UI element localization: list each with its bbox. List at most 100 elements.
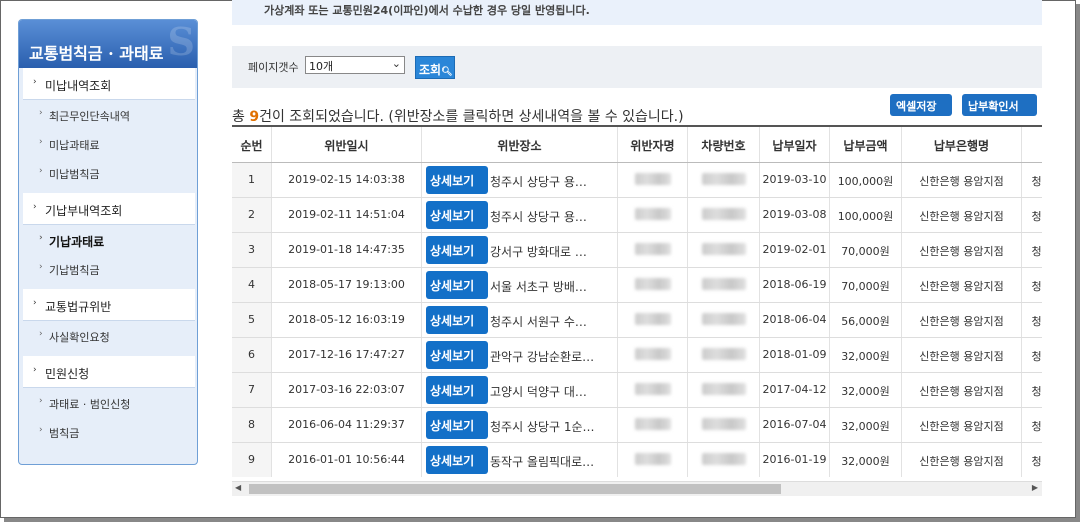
cell-no: 8	[232, 408, 272, 442]
column-header: 순번	[232, 127, 272, 162]
sidebar-item-label: 민원신청	[45, 367, 90, 381]
detail-view-button[interactable]: 상세보기	[426, 306, 488, 334]
cell-plate	[688, 268, 760, 302]
window-shadow	[1076, 4, 1080, 522]
detail-view-button[interactable]: 상세보기	[426, 341, 488, 369]
cell-bank: 신한은행 용암지점	[902, 163, 1022, 197]
scroll-left-icon[interactable]: ◀	[235, 483, 241, 492]
redacted-name	[634, 208, 671, 220]
redacted-name	[634, 383, 671, 395]
search-icon: 🔍︎	[441, 67, 453, 77]
chevron-down-icon: ⌄	[391, 57, 401, 70]
cell-amount: 56,000원	[830, 303, 902, 337]
cell-amount: 32,000원	[830, 338, 902, 372]
cell-violator-name	[618, 163, 688, 197]
payment-table: 순번 위반일시 위반장소 위반자명 차량번호 납부일자 납부금액 납부은행명 1 2019-02…	[232, 125, 1042, 477]
cell-no: 5	[232, 303, 272, 337]
table-row: 3 2019-01-18 14:47:35 상세보기 강서구 방화대로 … 2019-0…	[232, 233, 1042, 268]
column-header: 납부금액	[830, 127, 902, 162]
cell-violator-name	[618, 268, 688, 302]
chevron-right-icon: ›	[33, 77, 37, 87]
chevron-right-icon: ›	[39, 108, 43, 118]
table-header: 순번 위반일시 위반장소 위반자명 차량번호 납부일자 납부금액 납부은행명	[232, 127, 1042, 163]
sidebar-item-top[interactable]: › 미납내역조회	[23, 68, 195, 100]
sidebar-item-sub[interactable]: › 미납과태료	[23, 129, 195, 158]
result-summary: 총 9건이 조회되었습니다. (위반장소를 클릭하면 상세내역을 볼 수 있습니…	[232, 106, 684, 126]
cell-plate	[688, 408, 760, 442]
cell-extra: 청	[1022, 198, 1042, 232]
excel-save-label: 엑셀저장	[896, 100, 937, 113]
cell-extra: 청	[1022, 408, 1042, 442]
redacted-name	[634, 313, 671, 325]
horizontal-scrollbar[interactable]: ◀ ▶	[232, 481, 1042, 496]
sidebar-item-sub[interactable]: › 과태료 · 범인신청	[23, 388, 195, 417]
sidebar-item-sub[interactable]: › 미납범칙금	[23, 158, 195, 187]
payment-receipt-button[interactable]: 납부확인서	[962, 94, 1037, 116]
table-row: 1 2019-02-15 14:03:38 상세보기 청주시 상당구 용… 2019-0…	[232, 163, 1042, 198]
cell-bank: 신한은행 용암지점	[902, 373, 1022, 407]
column-header: 차량번호	[688, 127, 760, 162]
cell-amount: 100,000원	[830, 198, 902, 232]
sidebar-item-label: 사실확인요청	[49, 331, 110, 344]
place-link[interactable]: 청주시 서원구 수…	[490, 306, 587, 330]
cell-paid-date: 2019-03-08	[760, 198, 830, 232]
chevron-right-icon: ›	[39, 166, 43, 176]
cell-no: 7	[232, 373, 272, 407]
detail-view-button[interactable]: 상세보기	[426, 411, 488, 439]
page-count-select[interactable]: 10개 ⌄	[305, 56, 405, 74]
excel-save-button[interactable]: 엑셀저장	[890, 94, 952, 116]
place-link[interactable]: 동작구 올림픽대로…	[490, 446, 594, 470]
table-row: 4 2018-05-17 19:13:00 상세보기 서울 서초구 방배… 2018-0…	[232, 268, 1042, 303]
place-link[interactable]: 청주시 상당구 용…	[490, 201, 587, 225]
chevron-right-icon: ›	[39, 329, 43, 339]
cell-plate	[688, 443, 760, 477]
cell-plate	[688, 163, 760, 197]
cell-bank: 신한은행 용암지점	[902, 338, 1022, 372]
sidebar-item-top[interactable]: › 기납부내역조회	[23, 193, 195, 225]
sidebar-item-label: 기납범칙금	[49, 264, 100, 277]
detail-view-button[interactable]: 상세보기	[426, 446, 488, 474]
place-link[interactable]: 청주시 상당구 용…	[490, 166, 587, 190]
sidebar-item-top[interactable]: › 민원신청	[23, 356, 195, 388]
place-link[interactable]: 고양시 덕양구 대…	[490, 376, 587, 400]
cell-place: 상세보기 관악구 강남순환로…	[422, 338, 618, 372]
search-button[interactable]: 조회🔍︎	[415, 56, 455, 79]
search-bar: 페이지갯수 10개 ⌄ 조회🔍︎	[232, 46, 1042, 88]
cell-datetime: 2019-02-15 14:03:38	[272, 163, 422, 197]
cell-plate	[688, 303, 760, 337]
detail-view-button[interactable]: 상세보기	[426, 271, 488, 299]
sidebar-item-sub[interactable]: › 기납과태료	[23, 225, 195, 254]
cell-datetime: 2019-02-11 14:51:04	[272, 198, 422, 232]
cell-plate	[688, 338, 760, 372]
place-link[interactable]: 강서구 방화대로 …	[490, 236, 587, 260]
sidebar-item-top[interactable]: › 교통법규위반	[23, 289, 195, 321]
detail-view-button[interactable]: 상세보기	[426, 166, 488, 194]
detail-view-button[interactable]: 상세보기	[426, 376, 488, 404]
scrollbar-thumb[interactable]	[249, 484, 781, 494]
cell-no: 2	[232, 198, 272, 232]
scroll-right-icon[interactable]: ▶	[1032, 483, 1038, 492]
sidebar-item-sub[interactable]: › 최근무인단속내역	[23, 100, 195, 129]
summary-suffix: 건이 조회되었습니다. (위반장소를 클릭하면 상세내역을 볼 수 있습니다.)	[259, 109, 684, 125]
cell-plate	[688, 373, 760, 407]
cell-extra: 청	[1022, 268, 1042, 302]
sidebar-menu: › 미납내역조회 › 최근무인단속내역 › 미납과태료 › 미납범칙금 › 기납부내역조회 › 기납과…	[23, 68, 195, 446]
sidebar-item-sub[interactable]: › 사실확인요청	[23, 321, 195, 350]
cell-paid-date: 2017-04-12	[760, 373, 830, 407]
cell-paid-date: 2018-06-04	[760, 303, 830, 337]
sidebar-item-sub[interactable]: › 기납범칙금	[23, 254, 195, 283]
chevron-right-icon: ›	[39, 425, 43, 435]
cell-amount: 32,000원	[830, 373, 902, 407]
redacted-name	[634, 348, 671, 360]
place-link[interactable]: 서울 서초구 방배…	[490, 271, 587, 295]
place-link[interactable]: 관악구 강남순환로…	[490, 341, 594, 365]
sidebar-item-sub[interactable]: › 범칙금	[23, 417, 195, 446]
cell-place: 상세보기 고양시 덕양구 대…	[422, 373, 618, 407]
sidebar-item-label: 기납과태료	[49, 235, 105, 249]
place-link[interactable]: 청주시 상당구 1순…	[490, 411, 595, 435]
detail-view-button[interactable]: 상세보기	[426, 236, 488, 264]
redacted-plate	[701, 208, 746, 220]
redacted-plate	[701, 173, 746, 185]
sidebar-title: 교통범칙금 · 과태료 S	[19, 20, 197, 68]
detail-view-button[interactable]: 상세보기	[426, 201, 488, 229]
